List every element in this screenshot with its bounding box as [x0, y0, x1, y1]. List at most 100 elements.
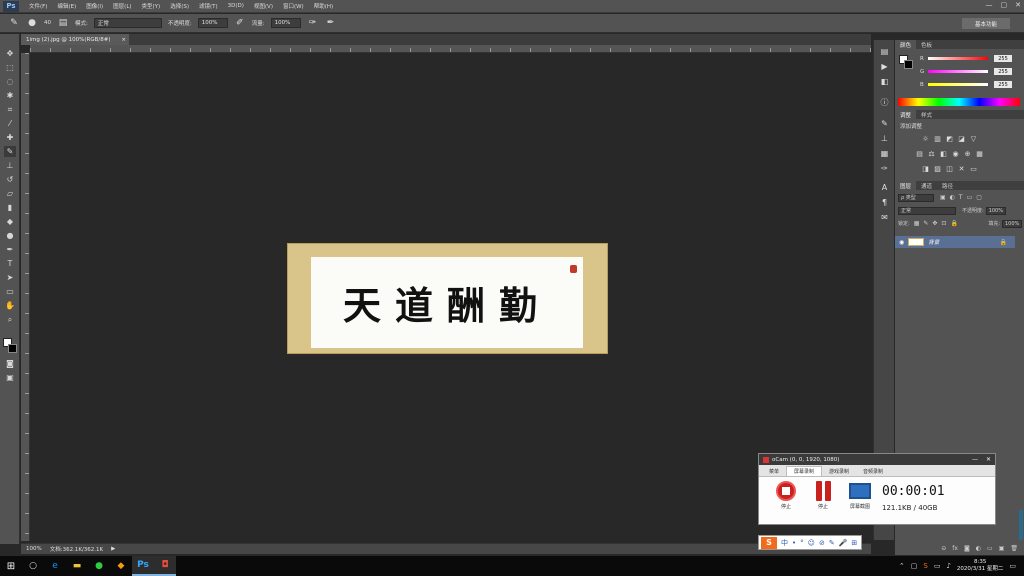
ime-emoji-icon[interactable]: ☺ [808, 539, 815, 547]
ime-chinese-mode[interactable]: 中 [781, 538, 788, 548]
shape-tool-icon[interactable]: ▭ [4, 286, 16, 297]
layer-style-icon[interactable]: fx [952, 545, 958, 552]
menu-window[interactable]: 窗口(W) [283, 2, 304, 10]
menu-image[interactable]: 图像(I) [86, 2, 103, 10]
tab-paths[interactable]: 路径 [937, 181, 958, 190]
history-panel-icon[interactable]: ▤ [878, 46, 891, 57]
layer-blend-mode[interactable]: 正常 [898, 206, 956, 215]
start-button-windows-icon[interactable]: ⊞ [0, 556, 22, 576]
menu-select[interactable]: 选择(S) [170, 2, 189, 10]
file-explorer-icon[interactable]: ▬ [66, 556, 88, 576]
quick-select-tool-icon[interactable]: ✱ [4, 90, 16, 101]
type-tool-icon[interactable]: T [4, 258, 16, 269]
healing-tool-icon[interactable]: ✚ [4, 132, 16, 143]
red-value-field[interactable]: 255 [994, 55, 1012, 62]
hand-tool-icon[interactable]: ✋ [4, 300, 16, 311]
marquee-tool-icon[interactable]: ⬚ [4, 62, 16, 73]
layer-filter-icons[interactable]: ▣◐T▭▢ [940, 194, 986, 201]
ime-handwrite-icon[interactable]: ✎ [829, 539, 835, 547]
ocam-screenshot-button[interactable]: 屏幕截图 [845, 481, 875, 513]
color-lookup-icon[interactable]: ▦ [975, 150, 984, 158]
black-white-icon[interactable]: ◧ [939, 150, 948, 158]
crop-tool-icon[interactable]: ⌗ [4, 104, 16, 115]
menu-layer[interactable]: 图层(L) [113, 2, 131, 10]
green-value-field[interactable]: 255 [994, 68, 1012, 75]
menu-file[interactable]: 文件(F) [29, 2, 47, 10]
ocam-minimize-button[interactable]: — [972, 456, 978, 463]
menu-type[interactable]: 类型(Y) [142, 2, 161, 10]
tray-network-icon[interactable]: ▭ [934, 562, 941, 570]
clone-source-panel-icon[interactable]: ⊥ [878, 133, 891, 144]
edge-browser-icon[interactable]: e [44, 556, 66, 576]
quick-mask-icon[interactable]: ◙ [4, 358, 16, 369]
ocam-pause-button[interactable]: 停止 [808, 481, 838, 513]
tray-sogou-icon[interactable]: S [923, 562, 927, 570]
document-tab[interactable]: 1img (2).jpg @ 100%(RGB/8#) × [21, 34, 129, 45]
tab-styles[interactable]: 样式 [916, 110, 937, 119]
brush-preset-icon[interactable]: ● [26, 17, 38, 29]
app-orange-icon[interactable]: ◆ [110, 556, 132, 576]
blur-tool-icon[interactable]: ◆ [4, 216, 16, 227]
curves-icon[interactable]: ◩ [945, 135, 954, 143]
tab-layers[interactable]: 图层 [895, 181, 917, 190]
character-panel-icon[interactable]: A [878, 182, 891, 193]
zoom-tool-icon[interactable]: ⌕ [4, 314, 16, 325]
levels-icon[interactable]: ▥ [933, 135, 942, 143]
ocam-stop-button[interactable]: 停止 [771, 481, 801, 513]
minimize-button[interactable]: — [986, 1, 993, 9]
red-slider-track[interactable] [928, 57, 988, 60]
ocam-tab-audio-record[interactable]: 音频录制 [856, 466, 890, 476]
brush-tool-icon[interactable]: ✎ [8, 17, 20, 29]
ocam-tab-menu[interactable]: 菜单 [762, 466, 786, 476]
tab-channels[interactable]: 通道 [916, 181, 937, 190]
move-tool-icon[interactable]: ✥ [4, 48, 16, 59]
properties-panel-icon[interactable]: ◧ [878, 76, 891, 87]
flow-field[interactable]: 100% [270, 18, 301, 28]
layer-kind-filter[interactable]: ρ 类型 [898, 193, 934, 202]
vibrance-icon[interactable]: ▽ [969, 135, 978, 143]
pressure-opacity-icon[interactable]: ✐ [234, 17, 246, 29]
brush-panel-icon[interactable]: ▤ [57, 17, 69, 29]
sogou-ime-logo[interactable]: S [761, 536, 777, 549]
new-layer-icon[interactable]: ▣ [999, 545, 1005, 552]
history-brush-tool-icon[interactable]: ↺ [4, 174, 16, 185]
maximize-button[interactable]: ▢ [1001, 1, 1008, 9]
lasso-tool-icon[interactable]: ◌ [4, 76, 16, 87]
airbrush-icon[interactable]: ✑ [307, 17, 319, 29]
workspace-switcher[interactable]: 基本功能 [962, 18, 1010, 29]
tab-adjustments[interactable]: 调整 [895, 110, 917, 119]
pressure-size-icon[interactable]: ✒ [325, 17, 337, 29]
brush-tool-icon[interactable]: ✎ [4, 146, 16, 157]
ime-punctuation-icon[interactable]: • [792, 539, 796, 547]
cortana-icon[interactable]: ○ [22, 556, 44, 576]
ocam-close-button[interactable]: ✕ [986, 456, 991, 463]
ocam-title-bar[interactable]: oCam (0, 0, 1920, 1080) — ✕ [759, 454, 995, 465]
blue-slider-track[interactable] [928, 83, 988, 86]
photoshop-taskbar-icon[interactable]: Ps [132, 556, 154, 576]
menu-edit[interactable]: 编辑(E) [57, 2, 76, 10]
tray-app-icon[interactable]: ▢ [911, 562, 918, 570]
color-balance-icon[interactable]: ⚖ [927, 150, 936, 158]
color-spectrum-bar[interactable] [898, 98, 1020, 106]
hue-saturation-icon[interactable]: ▤ [915, 150, 924, 158]
document-tab-close-icon[interactable]: × [121, 37, 126, 43]
link-layers-icon[interactable]: ⊝ [941, 545, 946, 552]
fill-field[interactable]: 100% [1002, 219, 1022, 228]
screen-mode-icon[interactable]: ▣ [4, 372, 16, 383]
dodge-tool-icon[interactable]: ● [4, 230, 16, 241]
gradient-map-icon[interactable]: ▭ [969, 165, 978, 173]
paragraph-panel-icon[interactable]: ¶ [878, 197, 891, 208]
adjustment-layer-icon[interactable]: ◐ [976, 545, 981, 552]
ocam-tab-screen-record[interactable]: 屏幕录制 [786, 466, 823, 476]
ime-tools-icon[interactable]: ⊘ [819, 539, 825, 547]
tray-volume-icon[interactable]: ♪ [946, 562, 950, 570]
blue-value-field[interactable]: 255 [994, 81, 1012, 88]
close-button[interactable]: ✕ [1015, 1, 1021, 9]
info-panel-icon[interactable]: ⓘ [878, 97, 891, 108]
ime-width-icon[interactable]: ° [800, 539, 804, 547]
clone-stamp-tool-icon[interactable]: ⊥ [4, 160, 16, 171]
ime-toolbox-icon[interactable]: ⊞ [851, 539, 857, 547]
brush-panel-icon[interactable]: ✎ [878, 118, 891, 129]
mode-select[interactable]: 正常 [93, 18, 162, 28]
brightness-contrast-icon[interactable]: ☼ [921, 135, 930, 143]
